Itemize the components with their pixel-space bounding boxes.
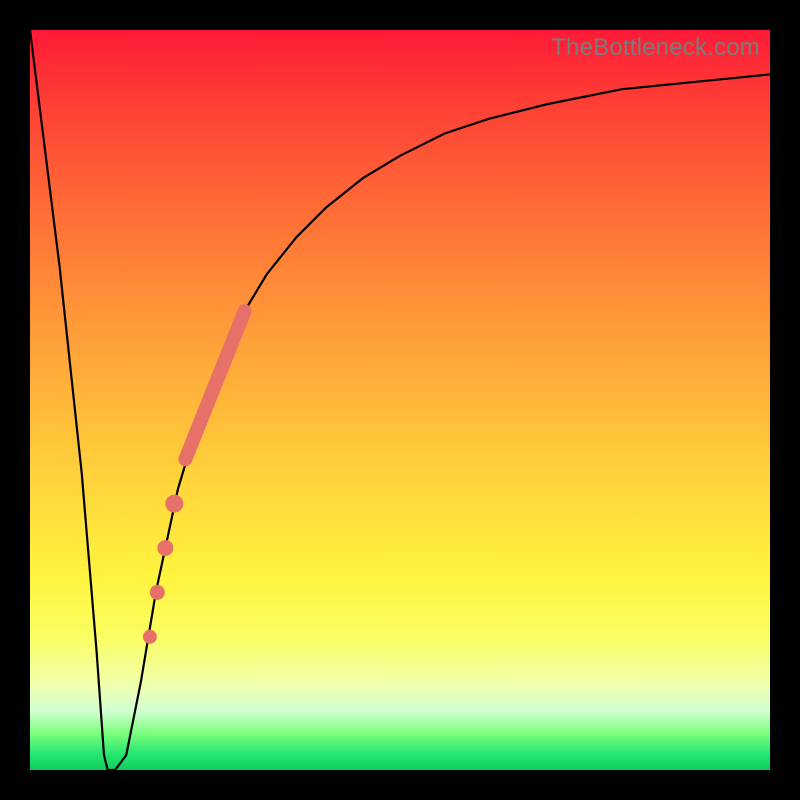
- highlight-dot: [157, 540, 173, 556]
- highlight-band: [185, 311, 244, 459]
- bottleneck-curve: [30, 30, 770, 770]
- chart-frame: TheBottleneck.com: [0, 0, 800, 800]
- chart-svg: [30, 30, 770, 770]
- highlight-dot: [165, 495, 183, 513]
- highlight-dot: [143, 630, 157, 644]
- highlight-dots: [143, 495, 183, 644]
- highlight-dot: [150, 585, 165, 600]
- plot-area: TheBottleneck.com: [30, 30, 770, 770]
